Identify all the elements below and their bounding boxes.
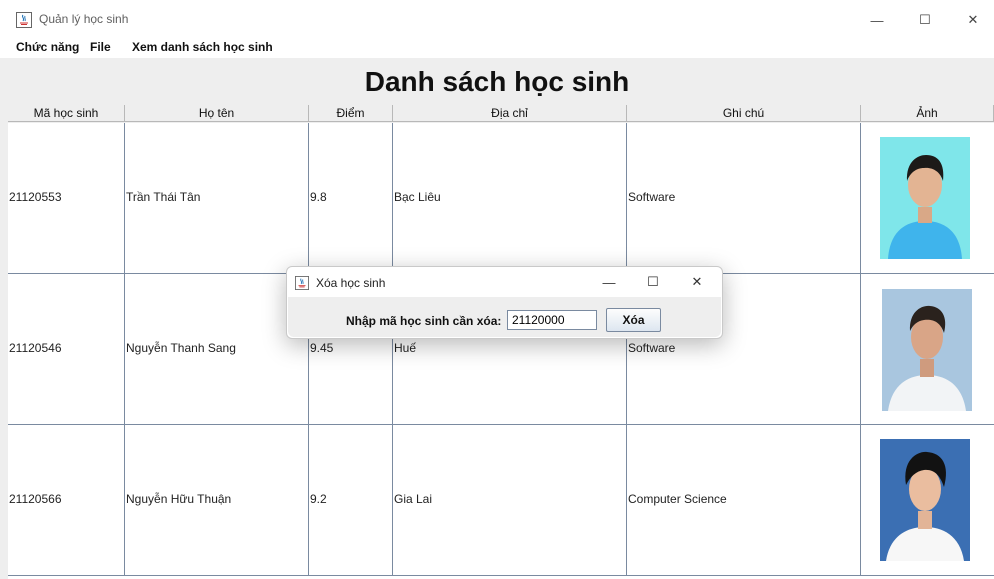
menu-bar: Chức năng File Xem danh sách học sinh (0, 36, 994, 58)
cell-id: 21120553 (8, 123, 125, 273)
dialog-body: Nhập mã học sinh cần xóa: Xóa (288, 297, 721, 337)
dialog-minimize-button[interactable]: — (587, 267, 631, 297)
cell-name: Trần Thái Tân (125, 123, 309, 273)
cell-address-text: Gia Lai (394, 492, 433, 506)
delete-student-dialog[interactable]: Xóa học sinh — ☐ ✕ Nhập mã học sinh cần … (286, 266, 723, 339)
title-bar[interactable]: Quản lý học sinh — ☐ ✕ (0, 4, 994, 36)
cell-address-text: Bạc Liêu (394, 190, 441, 204)
window-title: Quản lý học sinh (39, 12, 129, 26)
dialog-title: Xóa học sinh (316, 276, 386, 290)
cell-photo (861, 274, 994, 424)
delete-button[interactable]: Xóa (606, 308, 661, 332)
cell-note-text: Computer Science (628, 492, 727, 506)
student-id-label: Nhập mã học sinh cần xóa: (346, 314, 502, 328)
cell-note-text: Software (628, 190, 676, 204)
dialog-close-button[interactable]: ✕ (675, 267, 719, 297)
cell-score: 9.2 (309, 425, 393, 575)
column-header-address[interactable]: Địa chỉ (393, 105, 627, 122)
java-app-icon (295, 276, 309, 290)
cell-photo (861, 123, 994, 273)
cell-address: Gia Lai (393, 425, 627, 575)
cell-photo (861, 425, 994, 575)
page-title: Danh sách học sinh (364, 66, 630, 97)
table-row[interactable]: 21120553 Trần Thái Tân 9.8 Bạc Liêu Soft… (8, 123, 994, 274)
student-id-input[interactable] (507, 310, 597, 330)
column-header-note[interactable]: Ghi chú (627, 105, 861, 122)
cell-score: 9.8 (309, 123, 393, 273)
cell-score-text: 9.45 (310, 341, 334, 355)
cell-note: Software (627, 123, 861, 273)
column-header-id[interactable]: Mã học sinh (8, 105, 125, 122)
menu-file[interactable]: File (90, 40, 111, 54)
cell-note-text: Software (628, 341, 676, 355)
cell-name-text: Nguyễn Hữu Thuận (126, 492, 232, 506)
student-photo (880, 137, 970, 259)
cell-address-text: Huế (394, 341, 417, 355)
cell-score-text: 9.8 (310, 190, 327, 204)
cell-id: 21120566 (8, 425, 125, 575)
cell-id-text: 21120546 (9, 341, 62, 355)
cell-name: Nguyễn Hữu Thuận (125, 425, 309, 575)
student-photo (880, 439, 970, 561)
student-table[interactable]: Mã học sinh Họ tên Điểm Địa chỉ Ghi chú … (8, 105, 994, 579)
cell-name-text: Nguyễn Thanh Sang (126, 341, 236, 355)
close-button[interactable]: ✕ (950, 4, 994, 36)
menu-chuc-nang[interactable]: Chức năng (16, 40, 79, 54)
menu-xem-danh-sach[interactable]: Xem danh sách học sinh (132, 40, 273, 54)
cell-name: Nguyễn Thanh Sang (125, 274, 309, 424)
column-header-score[interactable]: Điểm (309, 105, 393, 122)
cell-id-text: 21120553 (9, 190, 62, 204)
cell-score-text: 9.2 (310, 492, 327, 506)
maximize-button[interactable]: ☐ (902, 4, 948, 36)
cell-name-text: Trần Thái Tân (126, 190, 201, 204)
main-window: Quản lý học sinh — ☐ ✕ Chức năng File Xe… (0, 0, 994, 579)
minimize-button[interactable]: — (854, 4, 900, 36)
cell-id: 21120546 (8, 274, 125, 424)
cell-note: Computer Science (627, 425, 861, 575)
student-photo (882, 289, 972, 411)
table-header: Mã học sinh Họ tên Điểm Địa chỉ Ghi chú … (8, 105, 994, 123)
table-row[interactable]: 21120566 Nguyễn Hữu Thuận 9.2 Gia Lai Co… (8, 425, 994, 576)
java-app-icon (16, 12, 32, 28)
column-header-photo[interactable]: Ảnh (861, 105, 994, 122)
column-header-name[interactable]: Họ tên (125, 105, 309, 122)
cell-id-text: 21120566 (9, 492, 62, 506)
cell-address: Bạc Liêu (393, 123, 627, 273)
dialog-maximize-button[interactable]: ☐ (631, 267, 675, 297)
